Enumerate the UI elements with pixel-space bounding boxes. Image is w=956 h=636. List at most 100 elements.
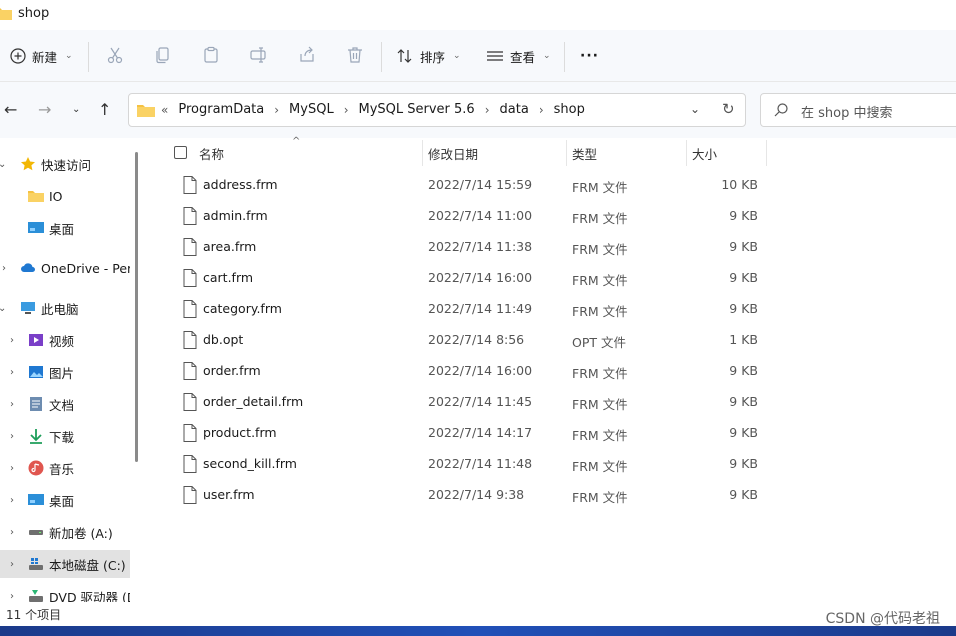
sidebar-item-drive-c[interactable]: › 本地磁盘 (C:) [0, 550, 130, 578]
file-name[interactable]: order.frm [203, 363, 261, 378]
file-row[interactable]: order_detail.frm 2022/7/14 11:45 FRM 文件 9 K… [146, 387, 766, 418]
plus-circle-icon [10, 48, 26, 64]
copy-icon[interactable] [153, 45, 173, 65]
file-name[interactable]: second_kill.frm [203, 456, 297, 471]
breadcrumb-item[interactable]: MySQL Server 5.6 [359, 102, 475, 117]
file-row[interactable]: address.frm 2022/7/14 15:59 FRM 文件 10 KB [146, 170, 766, 201]
file-date: 2022/7/14 9:38 [428, 487, 525, 502]
sidebar-item-videos[interactable]: › 视频 [0, 326, 130, 354]
sidebar-item-drive-a[interactable]: › 新加卷 (A:) [0, 518, 130, 546]
sidebar-item-desktop-2[interactable]: › 桌面 [0, 486, 130, 514]
sidebar-item-label: 视频 [49, 333, 75, 349]
recent-locations-chevron-icon[interactable]: ⌄ [72, 104, 80, 115]
sidebar-item-io[interactable]: IO [0, 182, 130, 210]
rename-icon[interactable] [249, 45, 269, 65]
file-name[interactable]: address.frm [203, 177, 278, 192]
column-header-name[interactable]: 名称 [199, 140, 224, 166]
sidebar-item-pictures[interactable]: › 图片 [0, 358, 130, 386]
sidebar-item-quick-access[interactable]: ⌄ 快速访问 [0, 150, 130, 178]
sidebar-item-downloads[interactable]: › 下载 [0, 422, 130, 450]
column-header-date[interactable]: 修改日期 [428, 140, 478, 166]
file-date: 2022/7/14 11:38 [428, 239, 533, 254]
chevron-right-icon[interactable]: › [10, 463, 14, 474]
column-divider[interactable] [686, 140, 687, 166]
back-arrow-icon[interactable]: ← [4, 100, 17, 119]
sidebar-item-label: OneDrive - Pers [41, 260, 130, 276]
file-row[interactable]: category.frm 2022/7/14 11:49 FRM 文件 9 KB [146, 294, 766, 325]
file-name[interactable]: order_detail.frm [203, 394, 303, 409]
sidebar-scrollbar-thumb[interactable] [135, 152, 138, 462]
share-icon[interactable] [297, 45, 317, 65]
select-all-checkbox[interactable] [174, 146, 187, 159]
file-name[interactable]: area.frm [203, 239, 256, 254]
chevron-right-icon[interactable]: › [10, 495, 14, 506]
file-name[interactable]: user.frm [203, 487, 255, 502]
new-button[interactable]: 新建 ⌄ [10, 42, 73, 70]
file-row[interactable]: admin.frm 2022/7/14 11:00 FRM 文件 9 KB [146, 201, 766, 232]
search-box[interactable]: 在 shop 中搜索 [760, 93, 956, 127]
column-divider[interactable] [422, 140, 423, 166]
chevron-right-icon[interactable]: › [10, 527, 14, 538]
breadcrumb-item[interactable]: data [500, 102, 529, 117]
search-input[interactable]: 在 shop 中搜索 [801, 102, 892, 121]
toolbar-divider [381, 42, 382, 72]
file-row[interactable]: product.frm 2022/7/14 14:17 FRM 文件 9 KB [146, 418, 766, 449]
chevron-right-icon[interactable]: › [10, 559, 14, 570]
forward-arrow-icon[interactable]: → [38, 100, 51, 119]
sidebar-item-this-pc[interactable]: ⌄ 此电脑 [0, 294, 130, 322]
chevron-right-icon[interactable]: › [10, 399, 14, 410]
chevron-right-icon[interactable]: › [344, 103, 349, 117]
file-size: 10 KB [721, 177, 758, 192]
breadcrumb-item[interactable]: MySQL [289, 102, 334, 117]
breadcrumb-item[interactable]: shop [554, 102, 585, 117]
file-name[interactable]: admin.frm [203, 208, 268, 223]
view-button[interactable]: 查看 ⌄ [486, 42, 551, 70]
refresh-icon[interactable]: ↻ [722, 100, 735, 118]
paste-icon[interactable] [201, 45, 221, 65]
breadcrumb-item[interactable]: ProgramData [178, 102, 264, 117]
chevron-right-icon[interactable]: › [10, 335, 14, 346]
file-type: FRM 文件 [572, 366, 628, 381]
chevron-right-icon[interactable]: › [274, 103, 279, 117]
address-history-chevron-icon[interactable]: ⌄ [690, 102, 700, 116]
chevron-right-icon[interactable]: › [10, 591, 14, 602]
file-name[interactable]: category.frm [203, 301, 282, 316]
chevron-right-icon[interactable]: › [2, 263, 6, 274]
chevron-right-icon[interactable]: › [485, 103, 490, 117]
chevron-down-icon[interactable]: ⌄ [0, 303, 6, 314]
chevron-down-icon[interactable]: ⌄ [0, 159, 6, 170]
file-size: 9 KB [729, 425, 758, 440]
view-list-icon [487, 51, 503, 61]
window-title: shop [18, 6, 50, 21]
more-button[interactable]: ··· [580, 42, 599, 70]
file-row[interactable]: user.frm 2022/7/14 9:38 FRM 文件 9 KB [146, 480, 766, 511]
file-row[interactable]: cart.frm 2022/7/14 16:00 FRM 文件 9 KB [146, 263, 766, 294]
file-row[interactable]: area.frm 2022/7/14 11:38 FRM 文件 9 KB [146, 232, 766, 263]
file-name[interactable]: cart.frm [203, 270, 253, 285]
sidebar-item-onedrive[interactable]: › OneDrive - Pers [0, 254, 130, 282]
file-size: 9 KB [729, 270, 758, 285]
chevron-right-icon[interactable]: › [10, 367, 14, 378]
chevron-right-icon[interactable]: › [539, 103, 544, 117]
file-list: ^ 名称 修改日期 类型 大小 address.frm 2022/7/14 15:… [146, 136, 956, 602]
address-bar[interactable]: « ProgramData › MySQL › MySQL Server 5.6… [128, 93, 746, 127]
breadcrumb-overflow[interactable]: « [161, 103, 168, 117]
chevron-right-icon[interactable]: › [10, 431, 14, 442]
sidebar-item-music[interactable]: › 音乐 [0, 454, 130, 482]
column-divider[interactable] [766, 140, 767, 166]
up-arrow-icon[interactable]: ↑ [98, 100, 111, 119]
column-header-size[interactable]: 大小 [692, 140, 717, 166]
sidebar-item-desktop[interactable]: 桌面 [0, 214, 130, 242]
file-name[interactable]: db.opt [203, 332, 243, 347]
file-type: FRM 文件 [572, 242, 628, 257]
file-name[interactable]: product.frm [203, 425, 277, 440]
file-row[interactable]: order.frm 2022/7/14 16:00 FRM 文件 9 KB [146, 356, 766, 387]
file-row[interactable]: db.opt 2022/7/14 8:56 OPT 文件 1 KB [146, 325, 766, 356]
column-divider[interactable] [566, 140, 567, 166]
cut-icon[interactable] [105, 45, 125, 65]
file-row[interactable]: second_kill.frm 2022/7/14 11:48 FRM 文件 9 KB [146, 449, 766, 480]
sidebar-item-documents[interactable]: › 文档 [0, 390, 130, 418]
delete-icon[interactable] [345, 45, 365, 65]
sort-button[interactable]: 排序 ⌄ [396, 42, 461, 70]
column-header-type[interactable]: 类型 [572, 140, 597, 166]
